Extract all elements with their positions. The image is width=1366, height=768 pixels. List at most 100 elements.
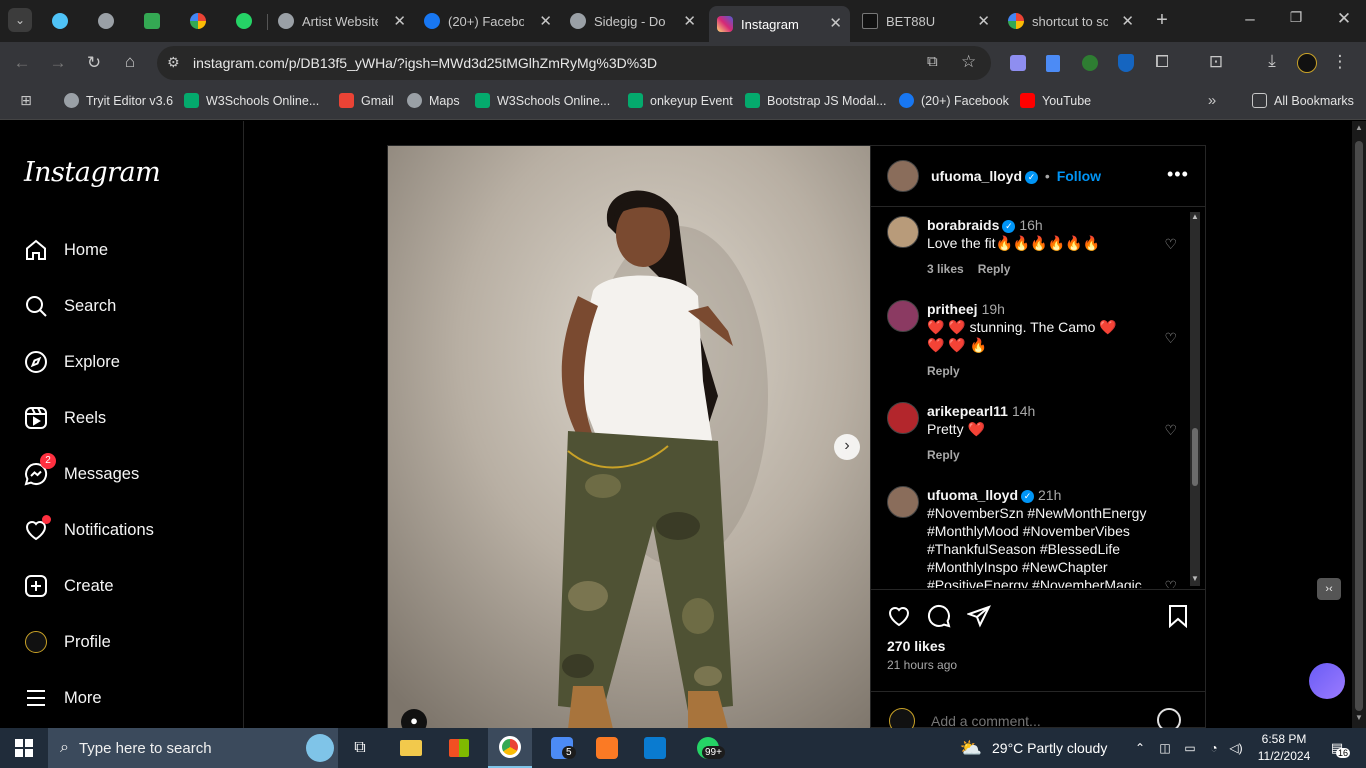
close-icon[interactable]: ✕	[683, 12, 696, 30]
follow-button[interactable]: Follow	[1057, 168, 1101, 184]
comment-heart-icon[interactable]: ♡	[1164, 330, 1177, 347]
commenter-avatar[interactable]	[887, 216, 919, 248]
notification-center-icon[interactable]: ▤ 16	[1322, 728, 1352, 768]
all-bookmarks[interactable]: All Bookmarks	[1252, 93, 1354, 108]
minimize-button[interactable]: –	[1238, 9, 1262, 29]
reload-icon[interactable]: ↻	[82, 53, 106, 73]
likes-count[interactable]: 270 likes	[887, 638, 945, 654]
browser-menu-icon[interactable]: ⋮	[1328, 52, 1352, 72]
store-icon[interactable]	[444, 728, 474, 768]
scroll-thumb[interactable]	[1192, 428, 1198, 486]
weather-text[interactable]: 29°C Partly cloudy	[992, 728, 1122, 768]
nav-create[interactable]: Create	[24, 566, 234, 606]
reply-button[interactable]: Reply	[927, 448, 960, 462]
tab-facebook[interactable]: (20+) Facebook ✕	[424, 6, 560, 36]
show-hidden-icons[interactable]: ⌃	[1130, 728, 1150, 768]
commenter-avatar[interactable]	[887, 486, 919, 518]
commenter-username[interactable]: pritheej	[927, 301, 978, 317]
forward-icon[interactable]: →	[46, 53, 70, 73]
page-scrollbar[interactable]: ▲ ▼	[1352, 121, 1366, 728]
nav-reels[interactable]: Reels	[24, 398, 234, 438]
bookmark-item[interactable]: Maps	[407, 93, 460, 108]
commenter-avatar[interactable]	[887, 402, 919, 434]
page-scroll-down[interactable]: ▼	[1355, 713, 1363, 722]
new-tab-button[interactable]: +	[1150, 9, 1174, 32]
whatsapp-icon[interactable]: 99+	[690, 728, 726, 768]
bookmark-item[interactable]: W3Schools Online...	[184, 93, 319, 108]
start-button[interactable]	[0, 728, 48, 768]
scroll-up-arrow[interactable]: ▲	[1191, 212, 1199, 221]
tray-wifi-icon[interactable]: ◔	[1204, 728, 1224, 768]
edge-dev-icon[interactable]: 5	[544, 728, 580, 768]
tab-pinned-3[interactable]	[144, 6, 160, 36]
tab-pinned-1[interactable]	[52, 6, 68, 36]
taskbar-search[interactable]: ⌕ Type here to search	[48, 728, 338, 768]
nav-search[interactable]: Search	[24, 286, 234, 326]
bookmark-item[interactable]: (20+) Facebook	[899, 93, 1009, 108]
bookmark-star-icon[interactable]: ☆	[961, 52, 976, 72]
tab-search-button[interactable]: ⌄	[8, 8, 32, 32]
author-avatar[interactable]	[887, 160, 919, 192]
url-text[interactable]: instagram.com/p/DB13f5_yWHa/?igsh=MWd3d2…	[193, 55, 657, 71]
scroll-down-arrow[interactable]: ▼	[1191, 574, 1199, 583]
screenshot-icon[interactable]: ⊡	[1204, 52, 1228, 72]
maximize-button[interactable]: ❐	[1284, 9, 1308, 26]
extension-2-icon[interactable]	[1046, 55, 1060, 72]
close-icon[interactable]: ✕	[539, 12, 552, 30]
instagram-logo[interactable]: Instagram	[24, 157, 161, 188]
bookmark-item[interactable]: YouTube	[1020, 93, 1091, 108]
share-send-icon[interactable]	[966, 604, 991, 633]
nav-explore[interactable]: Explore	[24, 342, 234, 382]
more-options-icon[interactable]: •••	[1167, 164, 1189, 185]
commenter-username[interactable]: ufuoma_lloyd	[927, 487, 1018, 503]
comments-scrollbar[interactable]: ▲ ▼	[1190, 212, 1200, 586]
file-explorer-icon[interactable]	[396, 728, 426, 768]
install-app-icon[interactable]: ⧉	[927, 53, 938, 70]
tab-pinned-5[interactable]	[236, 6, 252, 36]
like-heart-icon[interactable]	[887, 604, 911, 633]
vscode-icon[interactable]	[640, 728, 670, 768]
reply-button[interactable]: Reply	[978, 262, 1011, 276]
close-icon[interactable]: ✕	[393, 12, 406, 30]
page-scroll-up[interactable]: ▲	[1355, 123, 1363, 132]
profile-avatar[interactable]	[1297, 53, 1317, 73]
chrome-icon[interactable]	[488, 728, 532, 768]
nav-notifications[interactable]: Notifications	[24, 510, 234, 550]
close-window-button[interactable]: ✕	[1332, 9, 1356, 29]
address-bar[interactable]: ⚙ instagram.com/p/DB13f5_yWHa/?igsh=MWd3…	[157, 46, 991, 80]
bookmarks-overflow-icon[interactable]: »	[1200, 92, 1224, 109]
extensions-puzzle-icon[interactable]: ⧠	[1150, 52, 1174, 72]
commenter-avatar[interactable]	[887, 300, 919, 332]
nav-home[interactable]: Home	[24, 230, 234, 270]
xampp-icon[interactable]	[592, 728, 622, 768]
floating-code-widget[interactable]: ›‹	[1317, 578, 1341, 600]
tab-instagram[interactable]: Instagram ✕	[709, 6, 850, 42]
download-icon[interactable]: ⤓	[1260, 51, 1284, 71]
page-scroll-thumb[interactable]	[1355, 141, 1363, 711]
apps-grid-icon[interactable]: ⊞	[14, 92, 38, 109]
comments-list[interactable]: borabraids ✓ 16h Love the fit🔥🔥🔥🔥🔥🔥 3 like…	[871, 208, 1206, 588]
extension-shield-icon[interactable]	[1118, 54, 1134, 72]
close-icon[interactable]: ✕	[1121, 12, 1134, 30]
back-icon[interactable]: ←	[10, 53, 34, 73]
tray-battery-icon[interactable]: ▭	[1180, 728, 1200, 768]
bookmark-item[interactable]: onkeyup Event	[628, 93, 733, 108]
clock[interactable]: 6:58 PM 11/2/2024	[1252, 731, 1316, 765]
commenter-username[interactable]: borabraids	[927, 217, 999, 233]
extension-1-icon[interactable]	[1010, 55, 1026, 71]
tab-sidegig[interactable]: Sidegig - Do m ✕	[570, 6, 704, 36]
nav-more[interactable]: More	[24, 678, 234, 718]
tray-camera-icon[interactable]: ◫	[1156, 728, 1174, 768]
comment-heart-icon[interactable]: ♡	[1164, 578, 1177, 588]
home-browser-icon[interactable]: ⌂	[118, 52, 142, 72]
comment-bubble-icon[interactable]	[927, 604, 951, 633]
post-photo[interactable]: › ●	[388, 146, 870, 729]
bookmark-item[interactable]: Tryit Editor v3.6	[64, 93, 173, 108]
tab-artist-website[interactable]: Artist Website ✕	[278, 6, 414, 36]
tagged-user-icon[interactable]: ●	[401, 709, 427, 729]
close-icon[interactable]: ✕	[829, 14, 842, 32]
comment-likes[interactable]: 3 likes	[927, 262, 964, 276]
comment-heart-icon[interactable]: ♡	[1164, 422, 1177, 439]
nav-profile[interactable]: Profile	[24, 622, 234, 662]
close-icon[interactable]: ✕	[977, 12, 990, 30]
